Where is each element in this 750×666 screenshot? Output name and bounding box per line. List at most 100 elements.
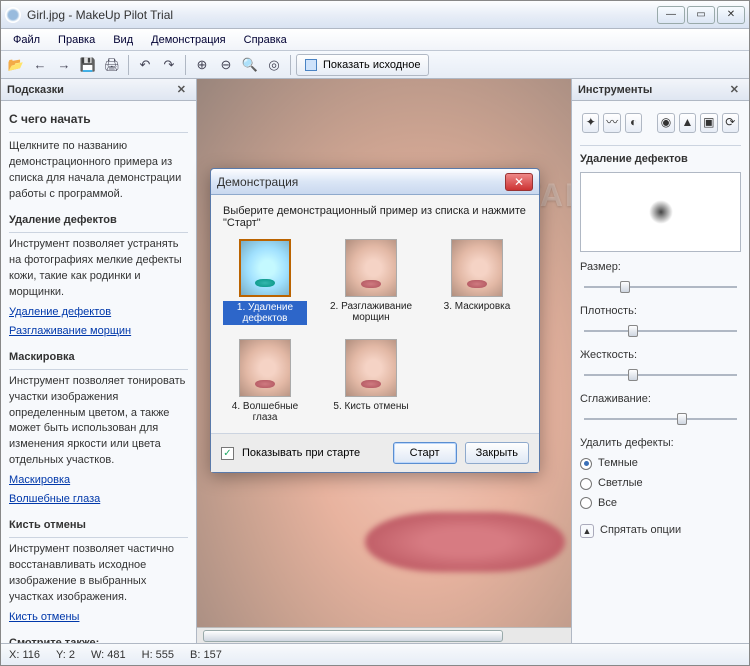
hints-text: Инструмент позволяет частично восстанавл… [9, 542, 188, 606]
hints-link[interactable]: Маскировка [9, 473, 188, 489]
app-window: Girl.jpg - MakeUp Pilot Trial — ▭ ✕ Файл… [0, 0, 750, 666]
app-icon [5, 7, 21, 23]
hide-options-button[interactable]: ▲ Спрятать опции [580, 523, 741, 539]
hints-section-heading: Смотрите также: [9, 636, 188, 643]
hints-close-icon[interactable]: ✕ [173, 83, 190, 96]
show-on-start-label: Показывать при старте [242, 447, 360, 459]
dialog-body: Выберите демонстрационный пример из спис… [211, 195, 539, 433]
hints-section-heading: Кисть отмены [9, 518, 188, 538]
image-detail [365, 512, 565, 572]
undo-icon[interactable]: ↶ [134, 54, 156, 76]
brush-dot-icon [649, 200, 673, 224]
forward-icon[interactable]: → [53, 54, 75, 76]
demo-item-4[interactable]: 4. Волшебные глаза [223, 339, 307, 423]
hints-link[interactable]: Волшебные глаза [9, 492, 188, 508]
demo-thumb-icon [239, 239, 291, 297]
radio-all[interactable]: Все [580, 496, 741, 512]
menu-demo[interactable]: Демонстрация [143, 32, 234, 48]
brush-preview [580, 172, 741, 252]
dialog-footer: ✓ Показывать при старте Старт Закрыть [211, 433, 539, 472]
tool-group-title: Удаление дефектов [580, 145, 741, 168]
tool-mask-icon[interactable]: ◐ [625, 113, 642, 133]
close-button[interactable]: ✕ [717, 6, 745, 24]
status-b: B: 157 [190, 649, 222, 661]
size-label: Размер: [580, 260, 741, 276]
maximize-button[interactable]: ▭ [687, 6, 715, 24]
hints-link[interactable]: Кисть отмены [9, 610, 188, 626]
statusbar: X: 116 Y: 2 W: 481 H: 555 B: 157 [1, 643, 749, 665]
zoom-in-icon[interactable]: ⊕ [191, 54, 213, 76]
radio-light[interactable]: Светлые [580, 476, 741, 492]
demo-item-3[interactable]: 3. Маскировка [435, 239, 519, 325]
tools-header: Инструменты ✕ [572, 79, 749, 101]
close-dialog-button[interactable]: Закрыть [465, 442, 529, 464]
hints-section-heading: Маскировка [9, 350, 188, 370]
show-original-button[interactable]: Показать исходное [296, 54, 429, 76]
tools-close-icon[interactable]: ✕ [726, 83, 743, 96]
zoom-out-icon[interactable]: ⊖ [215, 54, 237, 76]
demo-item-5[interactable]: 5. Кисть отмены [329, 339, 413, 423]
tool-row-1: ✦ 〰 ◐ ◉ ▲ ▣ ⟳ [580, 109, 741, 137]
tools-title: Инструменты [578, 84, 652, 96]
start-button[interactable]: Старт [393, 442, 457, 464]
tool-eye-icon[interactable]: ◉ [657, 113, 674, 133]
dialog-grid: 1. Удаление дефектов 2. Разглаживание мо… [223, 239, 527, 423]
titlebar: Girl.jpg - MakeUp Pilot Trial — ▭ ✕ [1, 1, 749, 29]
window-title: Girl.jpg - MakeUp Pilot Trial [27, 8, 657, 22]
scrollbar-thumb[interactable] [203, 630, 503, 642]
toolbar-separator [290, 55, 291, 75]
show-on-start-checkbox[interactable]: ✓ [221, 447, 234, 460]
radio-dark[interactable]: Темные [580, 456, 741, 472]
status-w: W: 481 [91, 649, 126, 661]
density-label: Плотность: [580, 304, 741, 320]
hints-text: Инструмент позволяет устранять на фотогр… [9, 237, 188, 301]
tools-panel: Инструменты ✕ ✦ 〰 ◐ ◉ ▲ ▣ ⟳ Удаление деф… [571, 79, 749, 643]
density-slider[interactable] [580, 322, 741, 340]
hints-section-heading: С чего начать [9, 111, 188, 133]
tool-smooth-icon[interactable]: 〰 [603, 113, 620, 133]
original-thumb-icon [305, 59, 317, 71]
demo-thumb-icon [345, 339, 397, 397]
tools-body: ✦ 〰 ◐ ◉ ▲ ▣ ⟳ Удаление дефектов Размер: … [572, 101, 749, 643]
horizontal-scrollbar[interactable] [197, 627, 571, 643]
hints-link[interactable]: Удаление дефектов [9, 305, 188, 321]
menu-edit[interactable]: Правка [50, 32, 103, 48]
smoothing-label: Сглаживание: [580, 392, 741, 408]
toolbar: 📂 ← → 💾 🖨 ↶ ↷ ⊕ ⊖ 🔍 ◎ Показать исходное [1, 51, 749, 79]
tool-color-icon[interactable]: ▲ [679, 113, 696, 133]
toolbar-separator [185, 55, 186, 75]
hints-panel: Подсказки ✕ С чего начать Щелкните по на… [1, 79, 197, 643]
defects-label: Удалить дефекты: [580, 436, 741, 452]
dialog-close-icon[interactable]: ✕ [505, 173, 533, 191]
demo-item-1[interactable]: 1. Удаление дефектов [223, 239, 307, 325]
menu-view[interactable]: Вид [105, 32, 141, 48]
smoothing-slider[interactable] [580, 410, 741, 428]
status-x: X: 116 [9, 649, 40, 661]
size-slider[interactable] [580, 278, 741, 296]
redo-icon[interactable]: ↷ [158, 54, 180, 76]
menu-help[interactable]: Справка [236, 32, 295, 48]
hardness-slider[interactable] [580, 366, 741, 384]
print-icon[interactable]: 🖨 [101, 54, 123, 76]
zoom-actual-icon[interactable]: ◎ [263, 54, 285, 76]
tool-defects-icon[interactable]: ✦ [582, 113, 599, 133]
demo-thumb-icon [451, 239, 503, 297]
show-original-label: Показать исходное [323, 59, 420, 71]
hints-body: С чего начать Щелкните по названию демон… [1, 101, 196, 643]
back-icon[interactable]: ← [29, 54, 51, 76]
open-icon[interactable]: 📂 [5, 54, 27, 76]
dialog-titlebar: Демонстрация ✕ [211, 169, 539, 195]
dialog-prompt: Выберите демонстрационный пример из спис… [223, 205, 527, 229]
status-y: Y: 2 [56, 649, 75, 661]
hints-title: Подсказки [7, 84, 64, 96]
hints-text: Инструмент позволяет тонировать участки … [9, 374, 188, 470]
tool-crop-icon[interactable]: ▣ [700, 113, 717, 133]
save-icon[interactable]: 💾 [77, 54, 99, 76]
demo-dialog: Демонстрация ✕ Выберите демонстрационный… [210, 168, 540, 473]
menu-file[interactable]: Файл [5, 32, 48, 48]
hints-link[interactable]: Разглаживание морщин [9, 324, 188, 340]
demo-item-2[interactable]: 2. Разглаживание морщин [329, 239, 413, 325]
zoom-fit-icon[interactable]: 🔍 [239, 54, 261, 76]
minimize-button[interactable]: — [657, 6, 685, 24]
tool-rotate-icon[interactable]: ⟳ [722, 113, 739, 133]
